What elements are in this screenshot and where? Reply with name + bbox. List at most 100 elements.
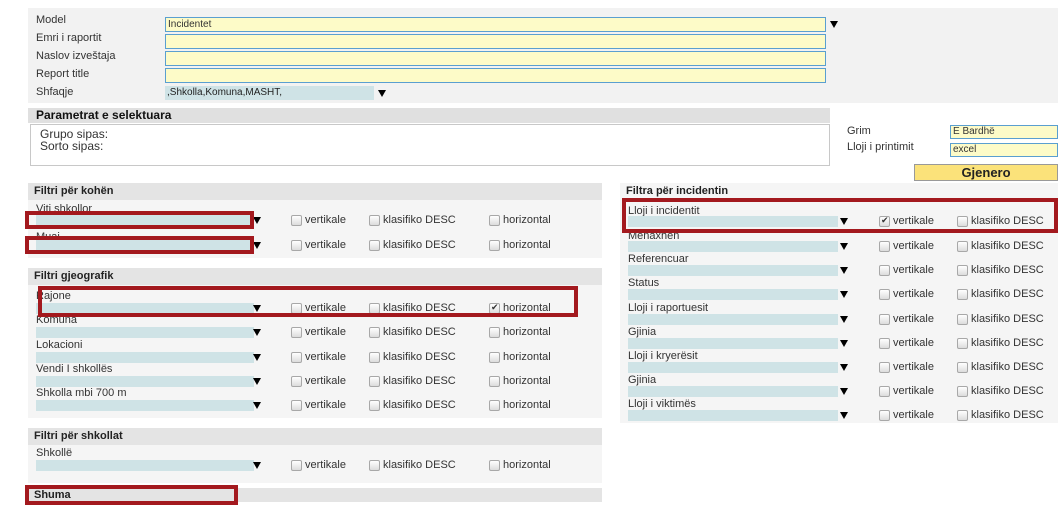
print-type-select[interactable]: excel: [950, 143, 1058, 157]
highlight-lloji-incidentit: [622, 198, 1058, 233]
incident-filter-7-select[interactable]: [628, 386, 838, 397]
highlight-rajone: [38, 286, 578, 317]
geo-filter-1-horizontal-checkbox[interactable]: [489, 327, 500, 338]
geo-filter-4-vertikale-label: vertikale: [305, 399, 346, 411]
incident-filter-5-select[interactable]: [628, 338, 838, 349]
geo-filter-4-klasifiko-checkbox[interactable]: [369, 400, 380, 411]
shfaqje-select[interactable]: ,Shkolla,Komuna,MASHT,: [165, 86, 374, 100]
school-filter-header: Filtri për shkollat: [28, 428, 602, 445]
time-filter-0-dropdown-icon[interactable]: [253, 217, 261, 224]
incident-filter-4-select[interactable]: [628, 314, 838, 325]
geo-filter-3-horizontal-label: horizontal: [503, 375, 551, 387]
highlight-muaj: [25, 236, 254, 254]
school-filter-0-klasifiko-checkbox[interactable]: [369, 460, 380, 471]
time-filter-0-horizontal-checkbox[interactable]: [489, 215, 500, 226]
geo-filter-4-label: Shkolla mbi 700 m: [36, 387, 127, 399]
incident-filter-1-select[interactable]: [628, 241, 838, 252]
time-filter-0-klasifiko-checkbox[interactable]: [369, 215, 380, 226]
report-title-label: Report title: [36, 68, 90, 80]
incident-filter-3-select[interactable]: [628, 289, 838, 300]
generate-button[interactable]: Gjenero: [914, 164, 1058, 181]
geo-filter-3-klasifiko-checkbox[interactable]: [369, 376, 380, 387]
geo-filter-3-dropdown-icon[interactable]: [253, 378, 261, 385]
incident-filter-5-dropdown-icon[interactable]: [840, 340, 848, 347]
incident-filter-3-vertikale-checkbox[interactable]: [879, 289, 890, 300]
params-box: [30, 124, 830, 166]
geo-filter-3-vertikale-checkbox[interactable]: [291, 376, 302, 387]
grim-select[interactable]: E Bardhë: [950, 125, 1058, 139]
incident-filter-3-dropdown-icon[interactable]: [840, 291, 848, 298]
school-filter-0-vertikale-checkbox[interactable]: [291, 460, 302, 471]
naslov-input[interactable]: [165, 51, 826, 66]
geo-filter-1-select[interactable]: [36, 327, 254, 338]
geo-filter-2-horizontal-checkbox[interactable]: [489, 352, 500, 363]
incident-filter-1-klasifiko-checkbox[interactable]: [957, 241, 968, 252]
geo-filter-1-klasifiko-checkbox[interactable]: [369, 327, 380, 338]
incident-filter-5-vertikale-checkbox[interactable]: [879, 338, 890, 349]
incident-filter-8-dropdown-icon[interactable]: [840, 412, 848, 419]
incident-filter-7-klasifiko-checkbox[interactable]: [957, 386, 968, 397]
incident-filter-8-klasifiko-checkbox[interactable]: [957, 410, 968, 421]
incident-filter-1-dropdown-icon[interactable]: [840, 243, 848, 250]
geo-filter-2-dropdown-icon[interactable]: [253, 354, 261, 361]
incident-filter-1-klasifiko-label: klasifiko DESC: [971, 240, 1044, 252]
geo-filter-2-klasifiko-label: klasifiko DESC: [383, 351, 456, 363]
time-filter-1-dropdown-icon[interactable]: [253, 242, 261, 249]
incident-filter-7-klasifiko-label: klasifiko DESC: [971, 385, 1044, 397]
incident-filter-7-dropdown-icon[interactable]: [840, 388, 848, 395]
incident-filter-8-select[interactable]: [628, 410, 838, 421]
incident-filter-2-dropdown-icon[interactable]: [840, 267, 848, 274]
geo-filter-2-klasifiko-checkbox[interactable]: [369, 352, 380, 363]
incident-filter-1-vertikale-checkbox[interactable]: [879, 241, 890, 252]
geo-filter-4-klasifiko-label: klasifiko DESC: [383, 399, 456, 411]
incident-filter-8-klasifiko-label: klasifiko DESC: [971, 409, 1044, 421]
emri-input[interactable]: [165, 34, 826, 49]
incident-filter-5-vertikale-label: vertikale: [893, 337, 934, 349]
incident-filter-4-vertikale-checkbox[interactable]: [879, 314, 890, 325]
model-label: Model: [36, 14, 66, 26]
time-filter-1-horizontal-checkbox[interactable]: [489, 240, 500, 251]
incident-filter-2-vertikale-label: vertikale: [893, 264, 934, 276]
incident-filter-6-vertikale-checkbox[interactable]: [879, 362, 890, 373]
geo-filter-1-dropdown-icon[interactable]: [253, 329, 261, 336]
naslov-label: Naslov izveštaja: [36, 50, 116, 62]
incident-filter-1-vertikale-label: vertikale: [893, 240, 934, 252]
geo-filter-4-dropdown-icon[interactable]: [253, 402, 261, 409]
incident-filter-2-select[interactable]: [628, 265, 838, 276]
geo-filter-3-horizontal-checkbox[interactable]: [489, 376, 500, 387]
school-filter-0-select[interactable]: [36, 460, 254, 471]
time-filter-1-vertikale-checkbox[interactable]: [291, 240, 302, 251]
shfaqje-dropdown-icon[interactable]: [378, 90, 386, 97]
incident-filter-3-klasifiko-checkbox[interactable]: [957, 289, 968, 300]
incident-filter-6-dropdown-icon[interactable]: [840, 364, 848, 371]
school-filter-0-dropdown-icon[interactable]: [253, 462, 261, 469]
incident-filter-6-klasifiko-label: klasifiko DESC: [971, 361, 1044, 373]
geo-filter-1-horizontal-label: horizontal: [503, 326, 551, 338]
grim-label: Grim: [847, 125, 871, 137]
incident-filter-4-klasifiko-checkbox[interactable]: [957, 314, 968, 325]
geo-filter-4-select[interactable]: [36, 400, 254, 411]
geo-filter-1-vertikale-checkbox[interactable]: [291, 327, 302, 338]
time-filter-1-klasifiko-label: klasifiko DESC: [383, 239, 456, 251]
time-filter-0-klasifiko-label: klasifiko DESC: [383, 214, 456, 226]
incident-filter-4-dropdown-icon[interactable]: [840, 316, 848, 323]
incident-filter-6-select[interactable]: [628, 362, 838, 373]
incident-filter-8-vertikale-checkbox[interactable]: [879, 410, 890, 421]
geo-filter-1-vertikale-label: vertikale: [305, 326, 346, 338]
report-title-input[interactable]: [165, 68, 826, 83]
incident-filter-6-klasifiko-checkbox[interactable]: [957, 362, 968, 373]
geo-filter-3-klasifiko-label: klasifiko DESC: [383, 375, 456, 387]
model-select[interactable]: Incidentet: [165, 17, 826, 32]
incident-filter-7-vertikale-checkbox[interactable]: [879, 386, 890, 397]
incident-filter-2-vertikale-checkbox[interactable]: [879, 265, 890, 276]
school-filter-0-horizontal-checkbox[interactable]: [489, 460, 500, 471]
incident-filter-2-klasifiko-checkbox[interactable]: [957, 265, 968, 276]
model-dropdown-icon[interactable]: [830, 21, 838, 28]
time-filter-0-vertikale-checkbox[interactable]: [291, 215, 302, 226]
time-filter-1-klasifiko-checkbox[interactable]: [369, 240, 380, 251]
incident-filter-5-klasifiko-checkbox[interactable]: [957, 338, 968, 349]
geo-filter-2-vertikale-checkbox[interactable]: [291, 352, 302, 363]
geo-filter-4-vertikale-checkbox[interactable]: [291, 400, 302, 411]
geo-filter-4-horizontal-checkbox[interactable]: [489, 400, 500, 411]
sort-by-label: Sorto sipas:: [40, 139, 104, 153]
